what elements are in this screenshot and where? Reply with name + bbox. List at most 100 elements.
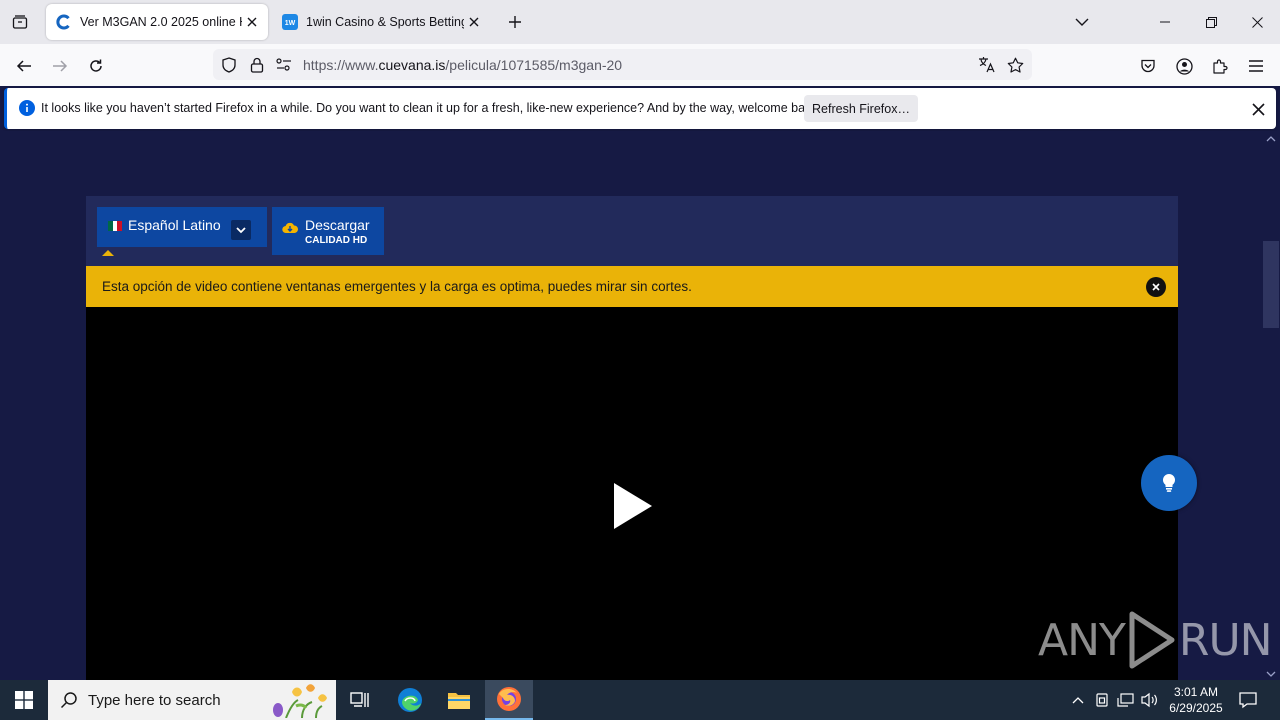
arrow-right-icon <box>53 60 68 72</box>
url-scheme: https://www. <box>303 57 379 73</box>
cuevana-icon <box>56 14 70 30</box>
language-selector[interactable]: Español Latino <box>97 207 267 247</box>
watermark-play-icon <box>1129 611 1175 669</box>
close-tab-icon[interactable] <box>464 12 484 32</box>
notification-message: It looks like you haven’t started Firefo… <box>41 101 822 115</box>
pocket-icon <box>1141 59 1155 73</box>
video-player[interactable] <box>86 307 1197 680</box>
tab-strip: Ver M3GAN 2.0 2025 online HD 1W 1win Cas… <box>0 0 1280 44</box>
windows-taskbar: Type here to search 3:01 AM 6/29/2025 <box>0 680 1280 720</box>
volume-icon[interactable] <box>1140 690 1160 710</box>
1win-icon: 1W <box>282 14 298 30</box>
close-notification-icon[interactable] <box>1246 97 1270 121</box>
scroll-down-arrow-icon[interactable] <box>1266 670 1276 678</box>
address-bar[interactable]: https://www.cuevana.is/pelicula/1071585/… <box>213 49 1032 80</box>
close-window-button[interactable] <box>1234 0 1280 44</box>
tabs-overflow-button[interactable] <box>1070 10 1094 34</box>
info-icon <box>19 100 35 116</box>
navigation-toolbar: https://www.cuevana.is/pelicula/1071585/… <box>0 44 1280 86</box>
close-tab-icon[interactable] <box>242 12 262 32</box>
minimize-icon <box>1160 21 1170 23</box>
folder-icon <box>448 693 470 709</box>
pocket-button[interactable] <box>1134 52 1162 80</box>
url-host: cuevana.is <box>378 57 446 73</box>
url-text[interactable]: https://www.cuevana.is/pelicula/1071585/… <box>303 57 622 73</box>
puzzle-icon <box>1213 59 1228 74</box>
warning-text: Esta opción de video contiene ventanas e… <box>102 279 692 294</box>
close-icon <box>1251 16 1263 28</box>
edge-taskbar-button[interactable] <box>386 680 434 720</box>
url-path: /pelicula/1071585/m3gan-20 <box>445 57 623 73</box>
forward-button[interactable] <box>46 52 74 80</box>
lightbulb-icon <box>1162 473 1176 492</box>
action-center-button[interactable] <box>1236 688 1260 712</box>
lock-icon[interactable] <box>248 56 266 74</box>
scroll-up-arrow-icon[interactable] <box>1266 135 1276 143</box>
extensions-button[interactable] <box>1206 52 1234 80</box>
mexico-flag-icon <box>108 221 123 231</box>
list-all-tabs-button[interactable] <box>8 10 32 34</box>
task-view-icon <box>350 692 369 707</box>
watermark-left-text: ANY <box>1038 614 1126 666</box>
plus-icon <box>509 16 521 28</box>
notification-icon <box>1239 692 1257 709</box>
help-button[interactable] <box>1141 455 1197 511</box>
windows-logo-icon <box>15 691 33 709</box>
task-view-button[interactable] <box>336 680 384 720</box>
chevron-down-icon[interactable] <box>231 220 251 240</box>
reload-button[interactable] <box>82 52 110 80</box>
hamburger-menu-icon <box>1249 60 1263 72</box>
network-icon[interactable] <box>1116 690 1136 710</box>
minimize-button[interactable] <box>1142 0 1188 44</box>
shield-icon[interactable] <box>220 56 238 74</box>
search-icon <box>60 692 77 709</box>
reload-icon <box>90 59 102 72</box>
tab-1win[interactable]: 1W 1win Casino & Sports Betting | O <box>272 4 490 40</box>
cloud-download-icon <box>282 222 298 234</box>
refresh-firefox-notification: It looks like you haven’t started Firefo… <box>4 88 1276 129</box>
clock-time: 3:01 AM <box>1173 685 1219 699</box>
selection-pointer <box>102 250 114 256</box>
firefox-taskbar-button[interactable] <box>485 680 533 720</box>
svg-text:1W: 1W <box>285 20 296 27</box>
page-content: Español Latino Descargar CALIDAD HD Esta… <box>0 131 1262 680</box>
tab-title: 1win Casino & Sports Betting | O <box>306 15 464 29</box>
restore-button[interactable] <box>1188 0 1234 44</box>
play-icon[interactable] <box>612 481 654 531</box>
page-scrollbar[interactable] <box>1262 131 1280 680</box>
flowers-illustration-icon <box>273 684 327 718</box>
refresh-firefox-button[interactable]: Refresh Firefox… <box>804 95 918 122</box>
clock-date: 6/29/2025 <box>1169 701 1223 715</box>
tab-m3gan[interactable]: Ver M3GAN 2.0 2025 online HD <box>46 4 268 40</box>
permissions-icon[interactable] <box>275 56 293 74</box>
close-warning-icon[interactable] <box>1146 277 1166 297</box>
taskbar-clock[interactable]: 3:01 AM 6/29/2025 <box>1162 684 1230 716</box>
taskbar-search-box[interactable]: Type here to search <box>48 680 336 720</box>
scrollbar-thumb[interactable] <box>1263 241 1279 328</box>
popup-warning-banner: Esta opción de video contiene ventanas e… <box>86 266 1178 307</box>
language-label: Español Latino <box>128 217 221 233</box>
player-panel: Español Latino Descargar CALIDAD HD Esta… <box>86 196 1197 680</box>
file-explorer-taskbar-button[interactable] <box>435 680 483 720</box>
download-button[interactable]: Descargar CALIDAD HD <box>272 207 384 255</box>
start-button[interactable] <box>0 680 48 720</box>
back-button[interactable] <box>10 52 38 80</box>
bookmark-star-icon[interactable] <box>1006 56 1024 74</box>
edge-icon <box>398 688 422 712</box>
show-hidden-icons-chevron-icon[interactable] <box>1068 690 1088 710</box>
app-menu-button[interactable] <box>1242 52 1270 80</box>
restore-icon <box>1205 16 1217 28</box>
download-label: Descargar <box>305 217 370 233</box>
new-tab-button[interactable] <box>503 10 527 34</box>
tab-title: Ver M3GAN 2.0 2025 online HD <box>80 15 242 29</box>
account-button[interactable] <box>1170 52 1198 80</box>
arrow-left-icon <box>16 60 31 72</box>
anyrun-watermark: ANY RUN <box>1038 610 1273 670</box>
account-icon <box>1175 57 1193 75</box>
download-quality: CALIDAD HD <box>305 235 368 246</box>
firefox-icon <box>497 687 521 711</box>
search-placeholder: Type here to search <box>88 691 221 709</box>
security-tray-icon[interactable] <box>1092 690 1112 710</box>
translate-icon[interactable] <box>978 56 996 74</box>
tab-manager-icon <box>12 15 28 29</box>
